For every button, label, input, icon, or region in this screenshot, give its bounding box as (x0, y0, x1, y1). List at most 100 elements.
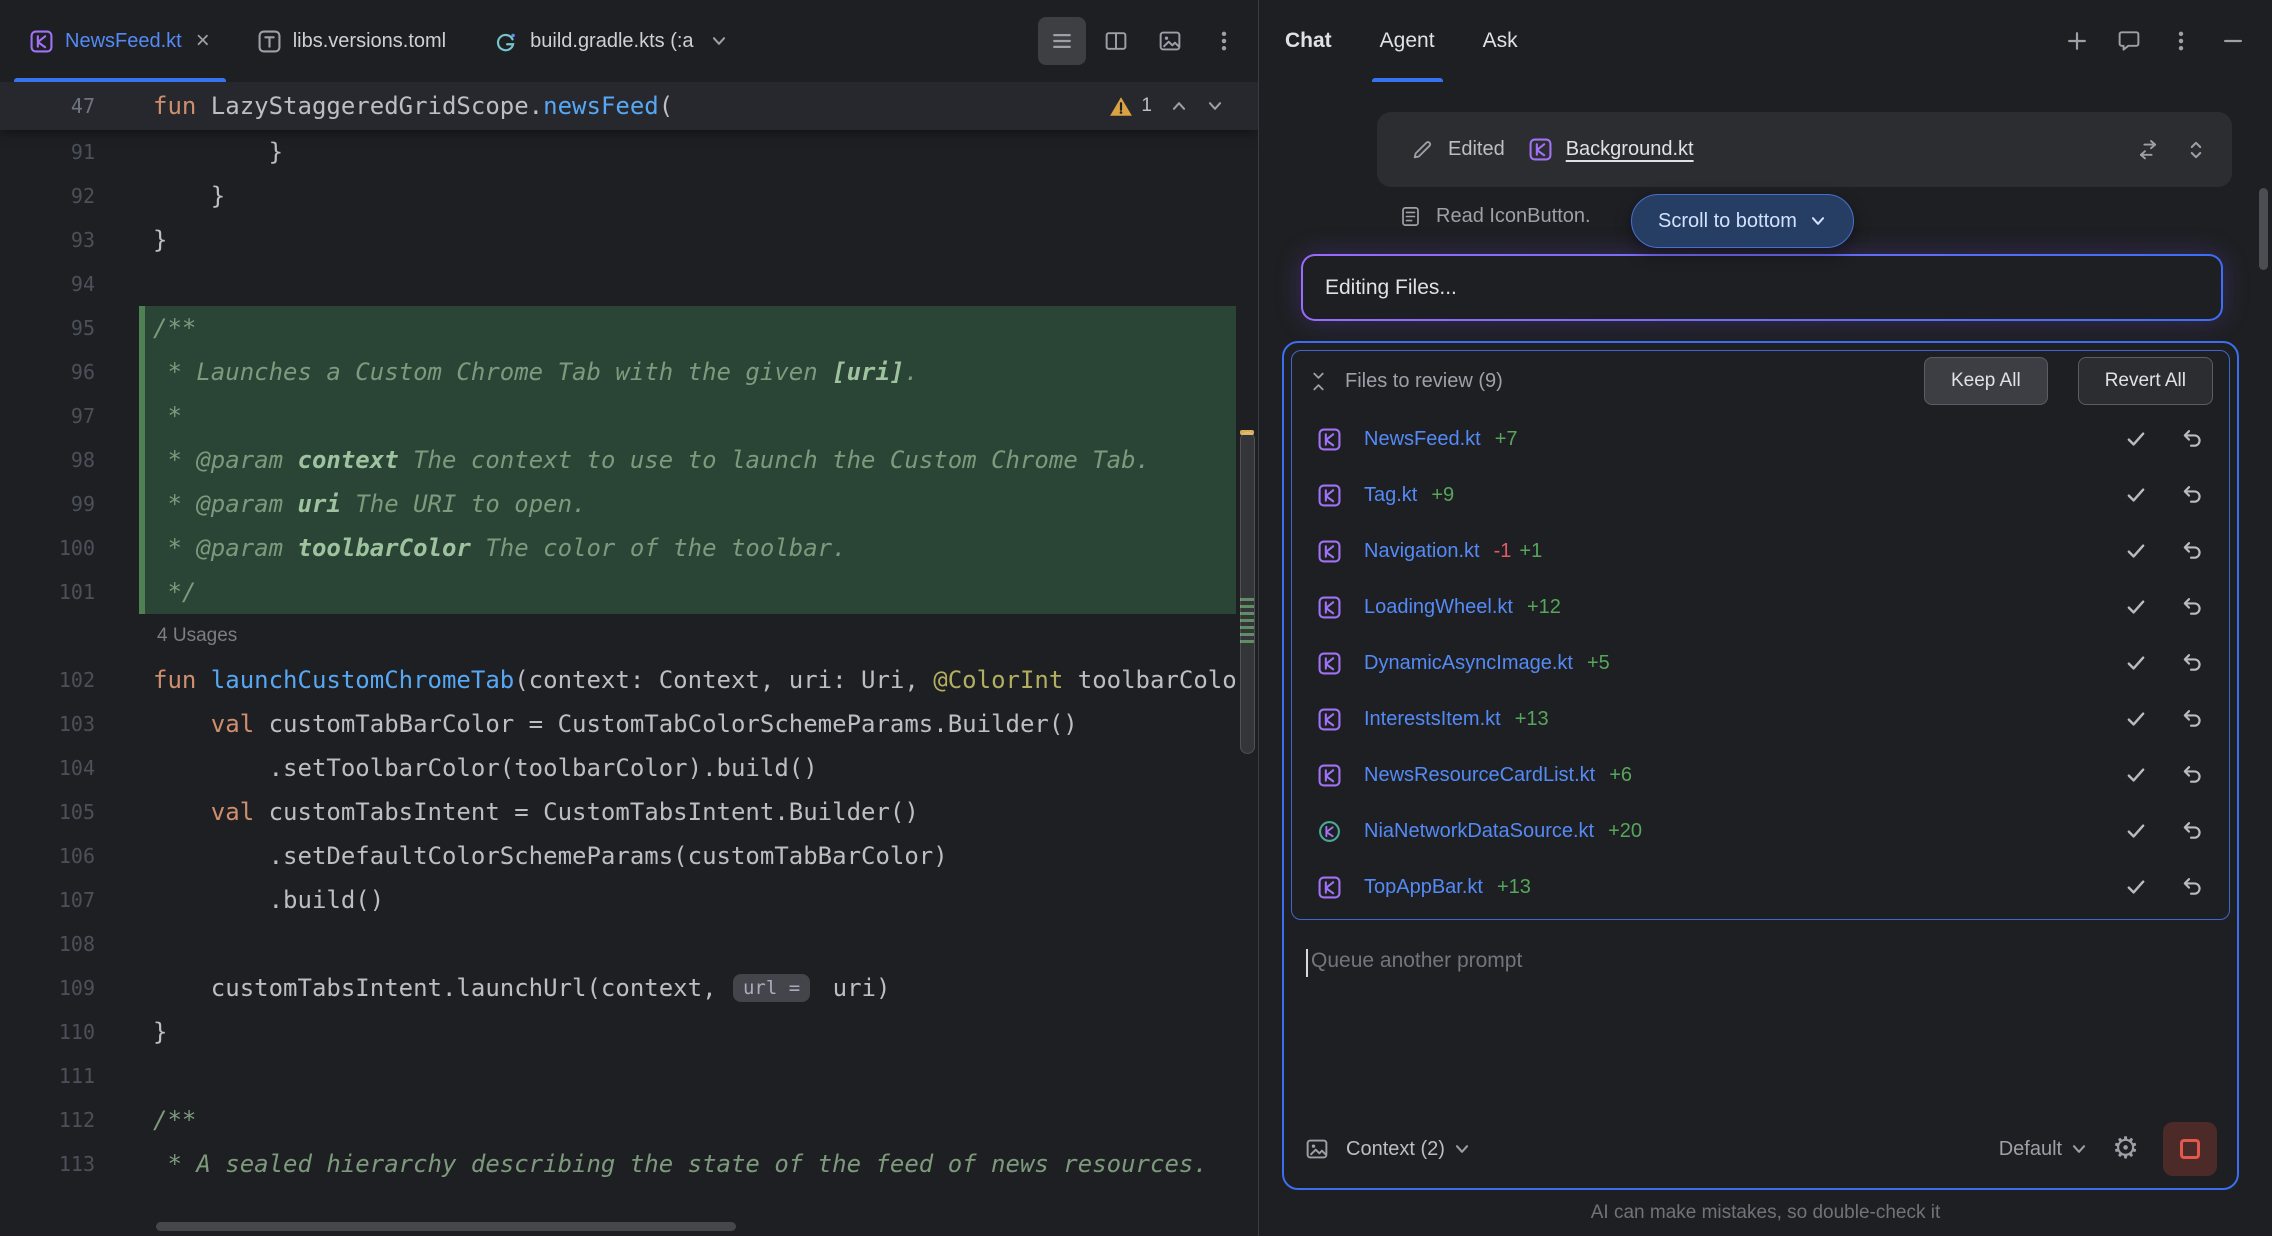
code-line[interactable]: 113 * A sealed hierarchy describing the … (0, 1142, 1236, 1186)
line-number[interactable]: 92 (0, 174, 95, 218)
line-number[interactable]: 102 (0, 658, 95, 702)
prompt-input[interactable]: Queue another prompt (1284, 927, 2237, 1110)
keep-file-button[interactable] (2115, 763, 2157, 787)
stop-button[interactable] (2163, 1122, 2217, 1176)
split-editor-icon[interactable] (1092, 17, 1140, 65)
line-number[interactable]: 99 (0, 482, 95, 526)
keep-file-button[interactable] (2115, 651, 2157, 675)
revert-all-button[interactable]: Revert All (2078, 357, 2213, 405)
chat-scrollbar[interactable] (2259, 188, 2268, 270)
line-number[interactable]: 101 (0, 570, 95, 614)
code-line[interactable]: 94 (0, 262, 1236, 306)
line-number[interactable]: 108 (0, 922, 95, 966)
sticky-code-line[interactable]: 47 fun LazyStaggeredGridScope.newsFeed( … (0, 82, 1258, 130)
review-file-row[interactable]: NiaNetworkDataSource.kt+20 (1292, 803, 2229, 859)
code-line[interactable]: 92 } (0, 174, 1236, 218)
file-link[interactable]: NewsFeed.kt (1364, 428, 1481, 451)
line-number[interactable]: 103 (0, 702, 95, 746)
line-number[interactable]: 113 (0, 1142, 95, 1186)
file-link[interactable]: InterestsItem.kt (1364, 708, 1501, 731)
line-number[interactable]: 104 (0, 746, 95, 790)
line-number[interactable]: 100 (0, 526, 95, 570)
next-problem-icon[interactable] (1206, 97, 1224, 115)
code-line[interactable]: 98 * @param context The context to use t… (0, 438, 1236, 482)
keep-file-button[interactable] (2115, 427, 2157, 451)
tab-build-gradle[interactable]: build.gradle.kts (:a (470, 0, 751, 82)
file-link[interactable]: Navigation.kt (1364, 540, 1480, 563)
keep-file-button[interactable] (2115, 595, 2157, 619)
close-tab-icon[interactable]: × (196, 29, 210, 53)
revert-file-button[interactable] (2171, 539, 2213, 563)
code-line[interactable]: 97 * (0, 394, 1236, 438)
revert-file-button[interactable] (2171, 763, 2213, 787)
tab-newsfeed[interactable]: NewsFeed.kt × (6, 0, 234, 82)
list-view-icon[interactable] (1038, 17, 1086, 65)
keep-file-button[interactable] (2115, 819, 2157, 843)
code-line[interactable]: 91 } (0, 130, 1236, 174)
review-file-row[interactable]: DynamicAsyncImage.kt+5 (1292, 635, 2229, 691)
attach-image-icon[interactable] (1304, 1136, 1330, 1162)
chevron-down-icon[interactable] (710, 32, 728, 50)
code-line[interactable]: 108 (0, 922, 1236, 966)
keep-file-button[interactable] (2115, 875, 2157, 899)
keep-file-button[interactable] (2115, 483, 2157, 507)
line-number[interactable]: 96 (0, 350, 95, 394)
review-file-row[interactable]: TopAppBar.kt+13 (1292, 859, 2229, 915)
revert-file-button[interactable] (2171, 707, 2213, 731)
code-line[interactable]: 105 val customTabsIntent = CustomTabsInt… (0, 790, 1236, 834)
review-file-row[interactable]: NewsFeed.kt+7 (1292, 411, 2229, 467)
line-number[interactable]: 110 (0, 1010, 95, 1054)
review-file-row[interactable]: Navigation.kt-1+1 (1292, 523, 2229, 579)
edited-file-link[interactable]: Background.kt (1566, 138, 1694, 161)
keep-file-button[interactable] (2115, 707, 2157, 731)
warning-icon[interactable] (1109, 96, 1133, 117)
scroll-to-bottom-button[interactable]: Scroll to bottom (1631, 194, 1854, 248)
code-line[interactable]: 111 (0, 1054, 1236, 1098)
review-file-row[interactable]: Tag.kt+9 (1292, 467, 2229, 523)
line-number[interactable]: 107 (0, 878, 95, 922)
preview-image-icon[interactable] (1146, 17, 1194, 65)
file-link[interactable]: NiaNetworkDataSource.kt (1364, 820, 1594, 843)
line-number[interactable]: 106 (0, 834, 95, 878)
revert-file-button[interactable] (2171, 651, 2213, 675)
tab-libs-versions[interactable]: libs.versions.toml (234, 0, 470, 82)
code-line[interactable]: 100 * @param toolbarColor The color of t… (0, 526, 1236, 570)
vertical-scrollbar[interactable] (1240, 432, 1255, 754)
edited-file-card[interactable]: Edited Background.kt (1377, 112, 2232, 187)
file-link[interactable]: LoadingWheel.kt (1364, 596, 1513, 619)
revert-file-button[interactable] (2171, 595, 2213, 619)
tab-agent[interactable]: Agent (1356, 0, 1459, 82)
tab-ask[interactable]: Ask (1459, 0, 1542, 82)
line-number[interactable]: 111 (0, 1054, 95, 1098)
code-line[interactable]: 106 .setDefaultColorSchemeParams(customT… (0, 834, 1236, 878)
more-options-icon[interactable] (2168, 28, 2194, 54)
settings-gear-icon[interactable]: ⚙ (2112, 1134, 2139, 1164)
code-line[interactable]: 103 val customTabBarColor = CustomTabCol… (0, 702, 1236, 746)
line-number[interactable]: 93 (0, 218, 95, 262)
file-link[interactable]: NewsResourceCardList.kt (1364, 764, 1595, 787)
code-line[interactable]: 95/** (0, 306, 1236, 350)
show-diff-icon[interactable] (2136, 138, 2160, 162)
line-number[interactable]: 112 (0, 1098, 95, 1142)
code-line[interactable]: 93} (0, 218, 1236, 262)
code-line[interactable]: 102fun launchCustomChromeTab(context: Co… (0, 658, 1236, 702)
revert-file-button[interactable] (2171, 427, 2213, 451)
usages-inlay-hint[interactable]: 4 Usages (0, 614, 1236, 658)
revert-file-button[interactable] (2171, 819, 2213, 843)
more-options-icon[interactable] (1200, 17, 1248, 65)
code-line[interactable]: 107 .build() (0, 878, 1236, 922)
file-link[interactable]: Tag.kt (1364, 484, 1417, 507)
line-number[interactable]: 47 (0, 82, 95, 130)
code-line[interactable]: 104 .setToolbarColor(toolbarColor).build… (0, 746, 1236, 790)
revert-file-button[interactable] (2171, 483, 2213, 507)
code-line[interactable]: 99 * @param uri The URI to open. (0, 482, 1236, 526)
line-number[interactable]: 105 (0, 790, 95, 834)
code-editor[interactable]: 47 fun LazyStaggeredGridScope.newsFeed( … (0, 82, 1258, 1236)
revert-file-button[interactable] (2171, 875, 2213, 899)
line-number[interactable]: 98 (0, 438, 95, 482)
model-selector[interactable]: Default (1999, 1138, 2088, 1161)
code-line[interactable]: 96 * Launches a Custom Chrome Tab with t… (0, 350, 1236, 394)
keep-all-button[interactable]: Keep All (1924, 357, 2048, 405)
keep-file-button[interactable] (2115, 539, 2157, 563)
review-file-row[interactable]: InterestsItem.kt+13 (1292, 691, 2229, 747)
